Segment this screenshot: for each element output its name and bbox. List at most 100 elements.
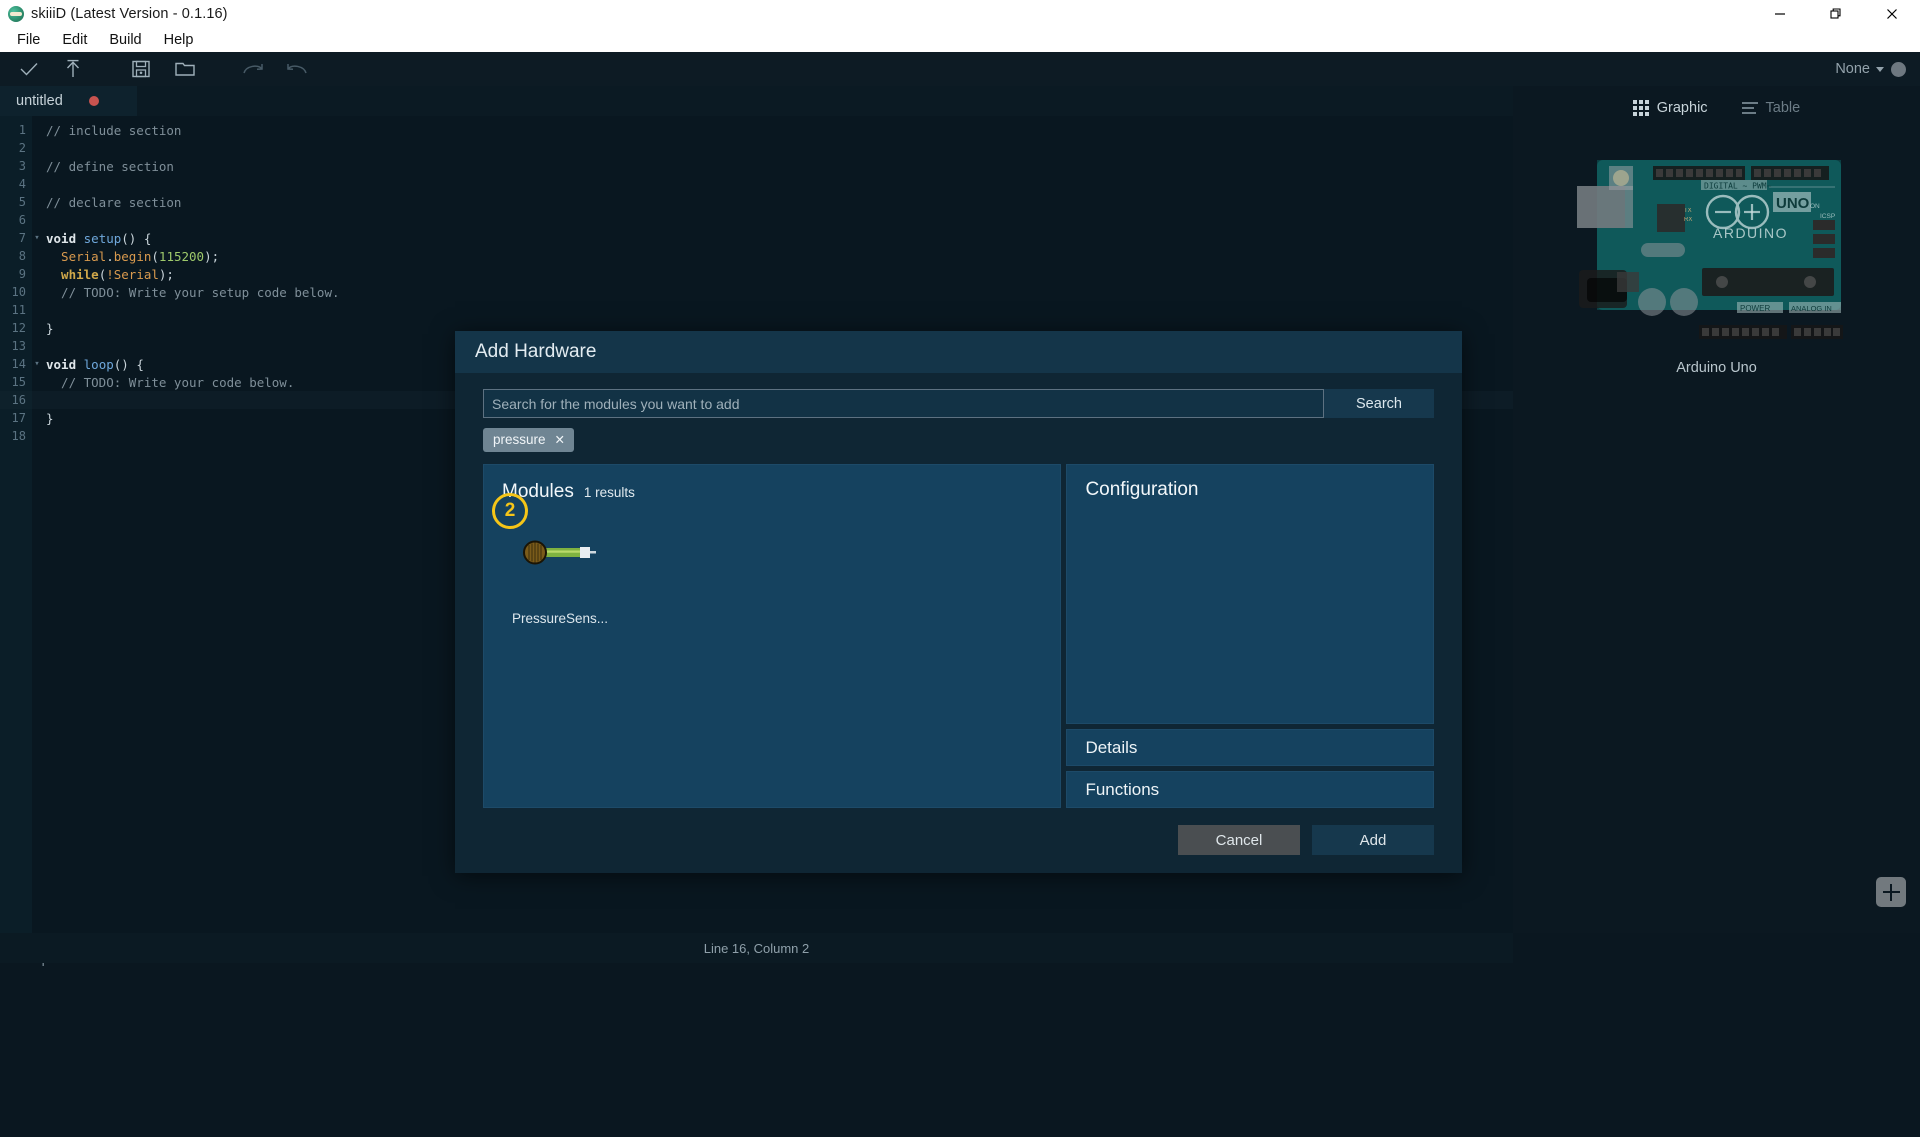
close-icon[interactable]: ✕: [555, 432, 565, 447]
svg-text:RX: RX: [1684, 217, 1692, 223]
line-number: 2: [18, 141, 26, 155]
code-text: // TODO: Write your setup code below.: [46, 284, 340, 300]
menu-item-help[interactable]: Help: [153, 29, 205, 52]
window-title: skiiiD (Latest Version - 0.1.16): [31, 6, 228, 22]
line-number: 9: [18, 267, 26, 281]
close-icon[interactable]: [1864, 0, 1920, 28]
code-text: Serial.begin(115200);: [46, 248, 220, 264]
upload-icon[interactable]: [60, 56, 86, 82]
skiiid-logo-icon: [8, 6, 24, 22]
code-line[interactable]: 2: [0, 139, 1513, 157]
line-number: 18: [11, 429, 26, 443]
chip-label: pressure: [493, 432, 546, 447]
line-number: 8: [18, 249, 26, 263]
step-badge-2: 2: [492, 493, 528, 529]
editor-tabstrip: untitled: [0, 86, 1513, 116]
modules-results-count: 1 results: [583, 485, 635, 500]
search-input[interactable]: [483, 389, 1324, 418]
code-line[interactable]: 5 // declare section: [0, 193, 1513, 211]
details-title: Details: [1085, 737, 1138, 757]
dialog-header: Add Hardware: [455, 331, 1462, 373]
code-line[interactable]: 11: [0, 301, 1513, 319]
tab-table[interactable]: Table: [1741, 100, 1800, 116]
functions-title: Functions: [1085, 779, 1160, 799]
tabstrip-filler: [137, 86, 1513, 116]
tab-graphic[interactable]: Graphic: [1632, 100, 1708, 116]
arduino-uno-board-image: DIGITAL ~ PWM~ ARDUINO UNO ICSP ON TX RX…: [1576, 142, 1857, 346]
line-number: 3: [18, 159, 26, 173]
svg-text:DIGITAL ~ PWM~: DIGITAL ~ PWM~: [1704, 182, 1772, 191]
plus-icon[interactable]: [1876, 877, 1906, 907]
tab-graphic-label: Graphic: [1656, 100, 1708, 116]
code-line[interactable]: 4: [0, 175, 1513, 193]
line-number: 16: [11, 393, 26, 407]
search-button[interactable]: Search: [1324, 389, 1434, 418]
board-selector[interactable]: None: [1835, 61, 1884, 77]
dialog-panels: Modules 1 results 2 PressureSens... Conf…: [483, 464, 1434, 808]
code-text: void setup() {: [46, 230, 152, 246]
svg-text:ICSP: ICSP: [1820, 213, 1835, 220]
configuration-panel: Configuration: [1066, 464, 1434, 724]
menu-item-file[interactable]: File: [6, 29, 51, 52]
editor-tab-label: untitled: [16, 93, 63, 109]
details-accordion[interactable]: Details: [1066, 729, 1434, 766]
toolbar-right-group: None: [1835, 52, 1906, 86]
line-number: 10: [11, 285, 26, 299]
code-text: // declare section: [46, 194, 182, 210]
redo-icon[interactable]: [240, 56, 266, 82]
functions-accordion[interactable]: Functions: [1066, 771, 1434, 808]
board-card[interactable]: DIGITAL ~ PWM~ ARDUINO UNO ICSP ON TX RX…: [1513, 142, 1920, 376]
board-selector-value: None: [1835, 61, 1870, 77]
sidebar-tabs: Graphic Table: [1513, 86, 1920, 120]
line-number: 14: [11, 357, 26, 371]
editor-tab-untitled[interactable]: untitled: [0, 86, 137, 116]
search-chips: pressure ✕: [483, 428, 1434, 452]
minimize-icon[interactable]: [1752, 0, 1808, 28]
dialog-footer: Cancel Add: [455, 808, 1462, 855]
editor-statusbar: Line 16, Column 2: [0, 933, 1513, 963]
fold-arrow-icon[interactable]: ▾: [32, 233, 42, 243]
line-number: 6: [18, 213, 26, 227]
svg-text:ON: ON: [1810, 203, 1820, 210]
menu-item-build[interactable]: Build: [98, 29, 152, 52]
hardware-sidebar: Graphic Table DIGITAL ~ PWM~ ARDUINO UNO…: [1513, 86, 1920, 933]
svg-text:ARDUINO: ARDUINO: [1713, 225, 1788, 241]
maximize-icon[interactable]: [1808, 0, 1864, 28]
chip-pressure[interactable]: pressure ✕: [483, 428, 575, 452]
line-number: 12: [11, 321, 26, 335]
open-folder-icon[interactable]: [172, 56, 198, 82]
cancel-button[interactable]: Cancel: [1178, 825, 1300, 855]
code-line[interactable]: 10 // TODO: Write your setup code below.: [0, 283, 1513, 301]
line-number: 15: [11, 375, 26, 389]
code-line[interactable]: 9 while(!Serial);: [0, 265, 1513, 283]
dialog-title: Add Hardware: [475, 341, 597, 362]
code-line[interactable]: 7 ▾ void setup() {: [0, 229, 1513, 247]
svg-text:UNO: UNO: [1776, 195, 1810, 212]
menu-item-edit[interactable]: Edit: [51, 29, 98, 52]
line-number: 5: [18, 195, 26, 209]
code-text: // include section: [46, 122, 182, 138]
grid-icon: [1632, 100, 1649, 116]
dialog-body: Search pressure ✕ Modules 1 results 2: [455, 373, 1462, 808]
fold-arrow-icon[interactable]: ▾: [32, 359, 42, 369]
add-button[interactable]: Add: [1312, 825, 1434, 855]
output-panel: Output: [0, 933, 1920, 1137]
code-line[interactable]: 1 // include section: [0, 121, 1513, 139]
code-line[interactable]: 6: [0, 211, 1513, 229]
verify-icon[interactable]: [16, 56, 42, 82]
window-titlebar: skiiiD (Latest Version - 0.1.16): [0, 0, 1920, 28]
modules-header: Modules 1 results: [502, 481, 1042, 503]
code-line[interactable]: 3 // define section: [0, 157, 1513, 175]
module-item-pressuresensor[interactable]: 2 PressureSens...: [492, 493, 612, 626]
code-text: while(!Serial);: [46, 266, 174, 282]
connection-status-dot: [1891, 61, 1906, 77]
list-icon: [1741, 102, 1758, 114]
unsaved-dot[interactable]: [88, 96, 99, 106]
line-number: 17: [11, 411, 26, 425]
code-line[interactable]: 8 Serial.begin(115200);: [0, 247, 1513, 265]
line-number: 1: [18, 123, 26, 137]
save-icon[interactable]: [128, 56, 154, 82]
line-number: 11: [11, 303, 26, 317]
undo-icon[interactable]: [284, 56, 310, 82]
chevron-down-icon: [1876, 66, 1884, 72]
